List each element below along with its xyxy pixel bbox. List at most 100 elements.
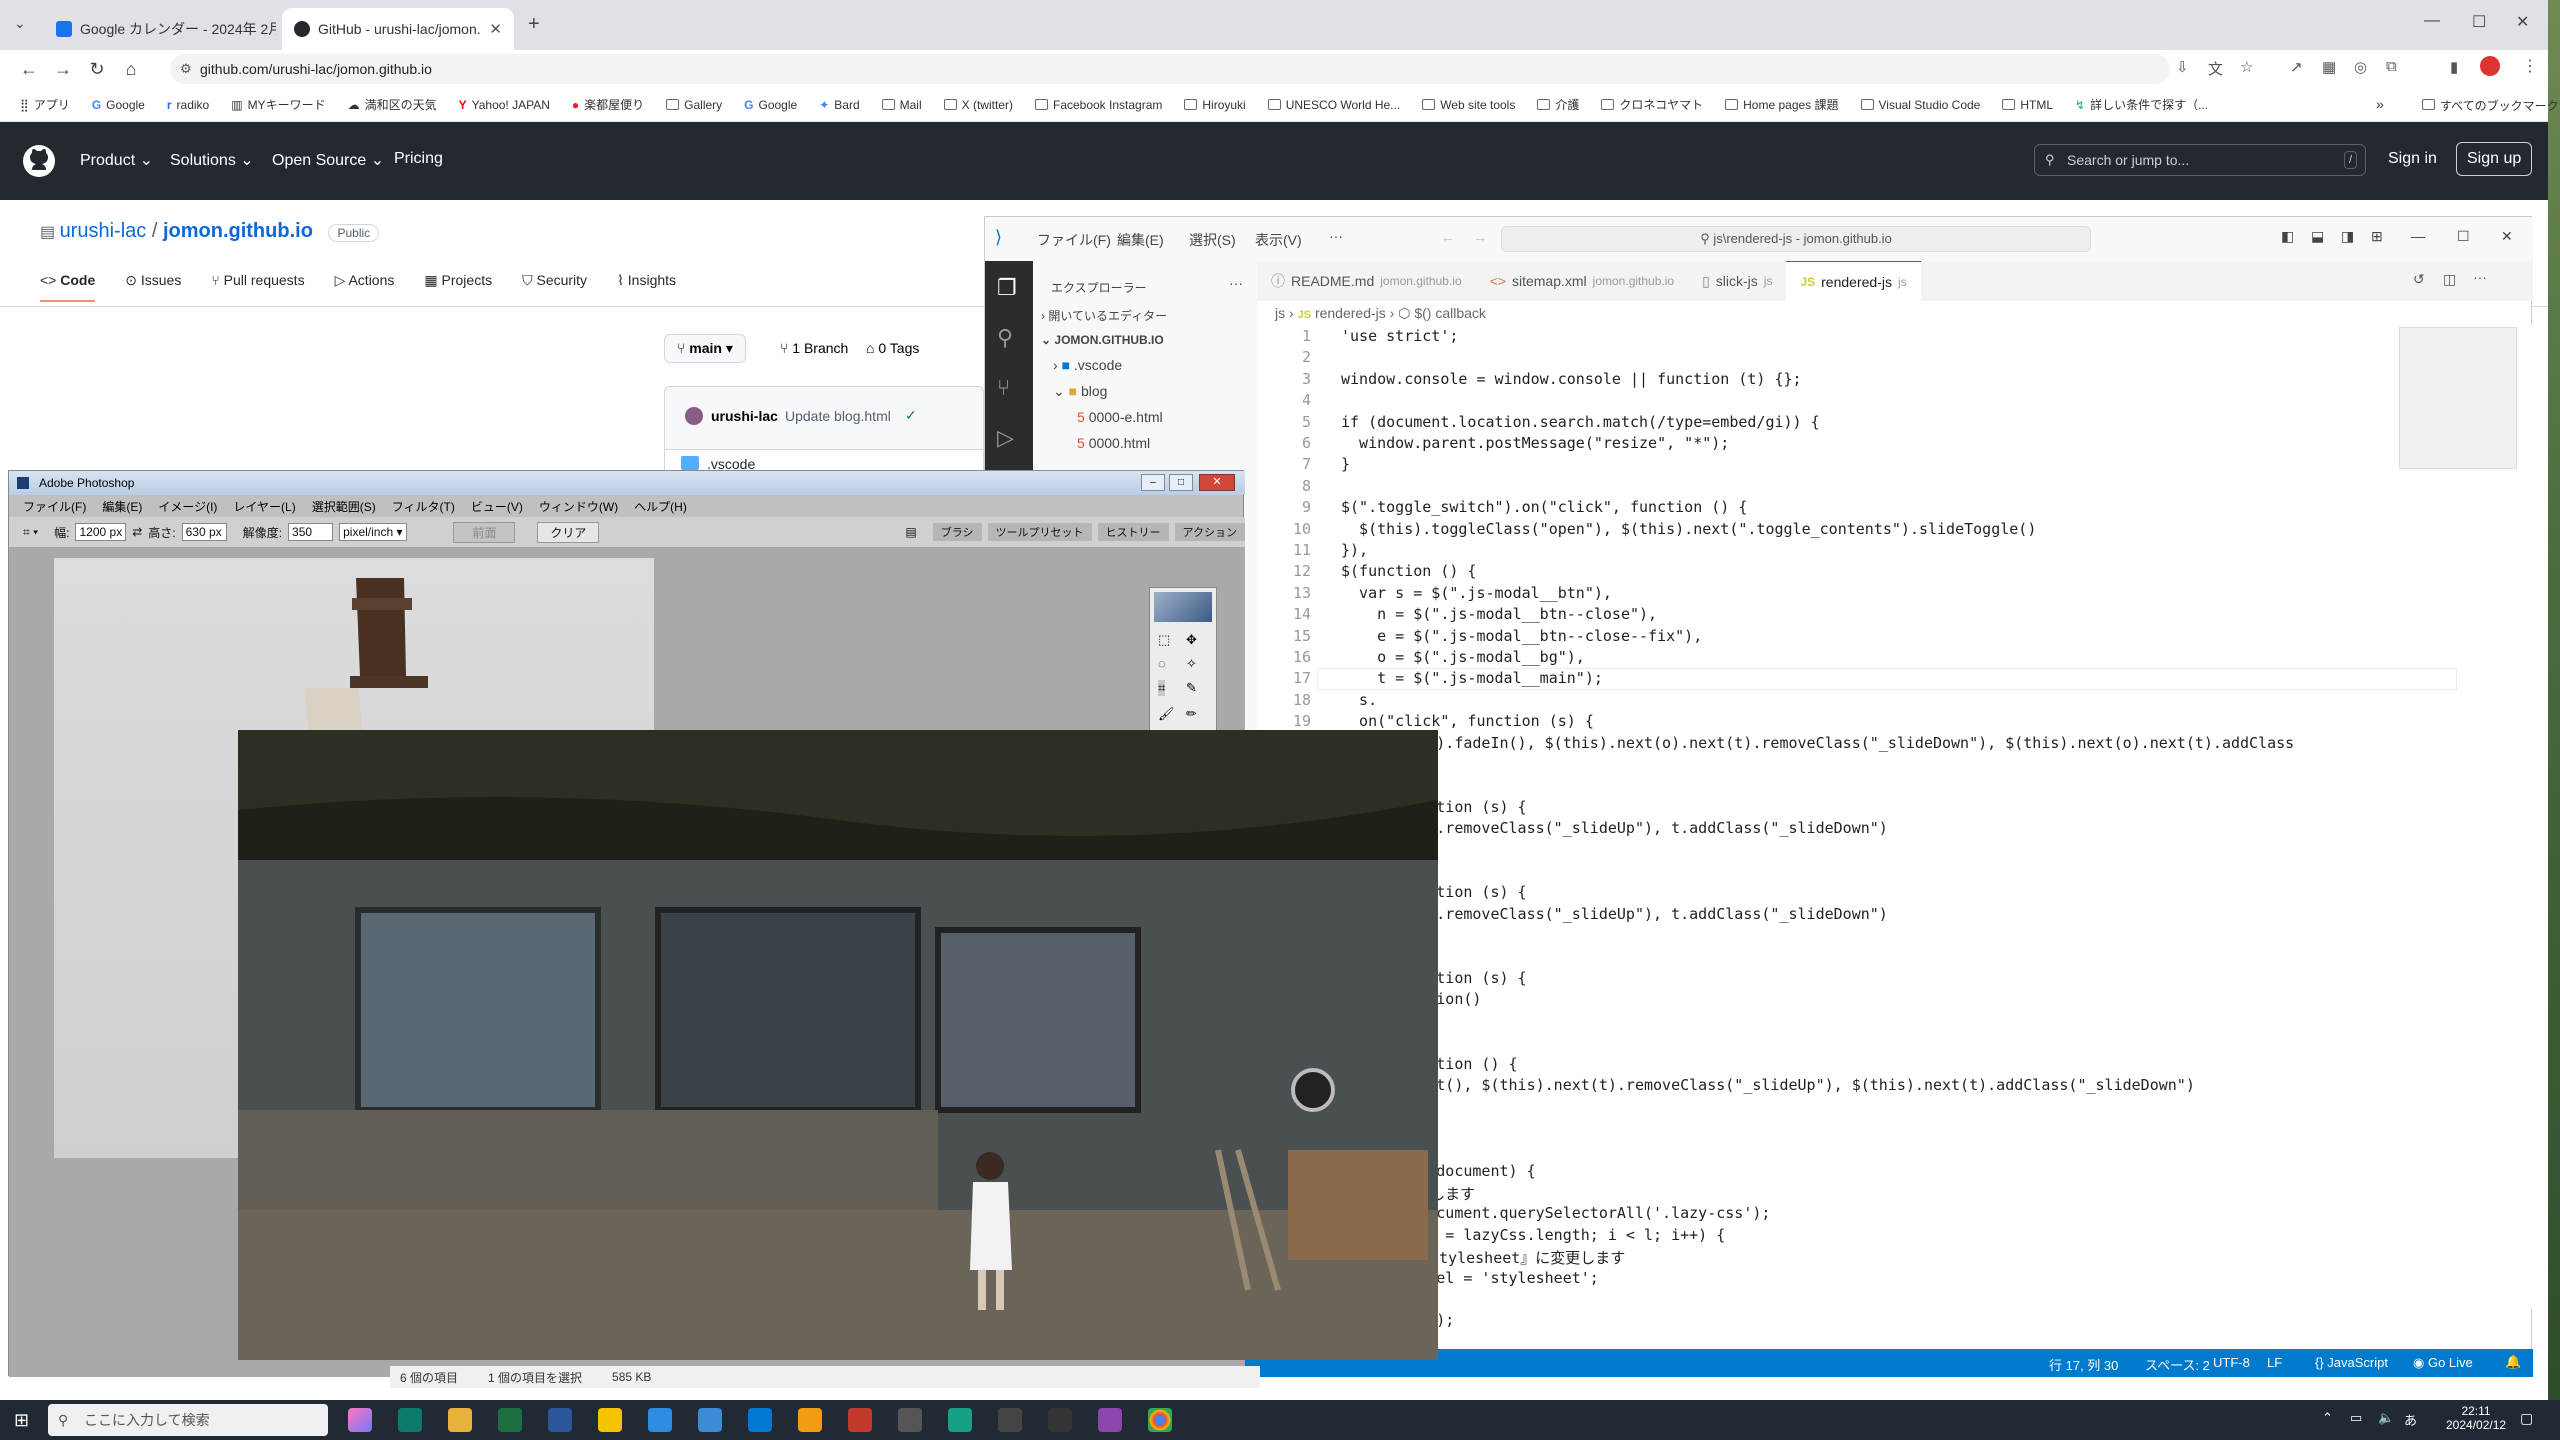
adobe-feather-icon[interactable] — [1154, 592, 1212, 622]
breadcrumb-folder[interactable]: js — [1275, 305, 1285, 321]
palette-tab[interactable]: ブラシ — [932, 523, 982, 541]
app-icon[interactable] — [948, 1408, 972, 1432]
code-line[interactable]: on("click", function (s) { — [1341, 712, 1594, 730]
explorer-icon[interactable]: ❐ — [997, 275, 1017, 301]
word-icon[interactable] — [548, 1408, 572, 1432]
tab-github[interactable]: GitHub - urushi-lac/jomon.github.io ✕ — [282, 8, 514, 50]
github-logo-icon[interactable] — [22, 144, 56, 178]
unit-select[interactable]: pixel/inch ▾ — [339, 523, 408, 541]
tab-google-calendar[interactable]: Google カレンダー - 2024年 2月 ✕ — [44, 8, 276, 50]
palette-tab[interactable]: アクション — [1174, 523, 1245, 541]
commit-message[interactable]: Update blog.html — [785, 408, 891, 424]
sign-in-link[interactable]: Sign in — [2388, 150, 2437, 168]
front-image-button[interactable]: 前面 — [453, 521, 516, 543]
ime-indicator[interactable]: あ — [2404, 1410, 2417, 1429]
tree-item-file[interactable]: 5 0000-e.html — [1077, 409, 1163, 425]
code-line[interactable]: $(".toggle_switch").on("click", function… — [1341, 498, 1747, 516]
sign-up-button[interactable]: Sign up — [2456, 142, 2533, 176]
toggle-secondary-icon[interactable]: ◨ — [2341, 228, 2354, 245]
repo-name-link[interactable]: jomon.github.io — [163, 220, 313, 242]
slice-tool-icon[interactable]: ✎ — [1186, 680, 1197, 696]
open-editors-section[interactable]: › 開いているエディター — [1041, 307, 1167, 324]
code-line[interactable]: window.console = window.console || funct… — [1341, 370, 1802, 388]
resolution-input[interactable]: 350 — [288, 523, 334, 541]
tab-issues[interactable]: ⊙ Issues — [125, 272, 181, 302]
new-tab-button[interactable]: + — [528, 13, 540, 36]
bookmark-folder[interactable]: Gallery — [666, 98, 722, 112]
code-line[interactable]: $(this).toggleClass("open"), $(this).nex… — [1341, 520, 2036, 538]
menu-edit[interactable]: 編集(E) — [102, 498, 142, 515]
menu-view[interactable]: ビュー(V) — [471, 498, 523, 515]
workspace-section[interactable]: ⌄ JOMON.GITHUB.IO — [1041, 333, 1164, 347]
brush-tool-icon[interactable]: 🖌 — [1158, 706, 1175, 722]
menu-edit[interactable]: 編集(E) — [1117, 230, 1164, 250]
code-editor[interactable]: 1 'use strict'; 2 3 window.console = window.… — [1257, 325, 2533, 1329]
home-icon[interactable]: ⌂ — [114, 59, 148, 80]
vscode-taskbar-icon[interactable] — [748, 1408, 772, 1432]
bookmark-item[interactable]: Y Yahoo! JAPAN — [459, 98, 550, 112]
app-icon[interactable] — [1098, 1408, 1122, 1432]
tab-code[interactable]: <> Code — [40, 272, 96, 302]
nav-forward-icon[interactable]: → — [1473, 229, 1487, 245]
code-line[interactable]: window.parent.postMessage("resize", "*")… — [1341, 434, 1729, 452]
line-ending[interactable]: LF — [2267, 1355, 2282, 1370]
menu-filter[interactable]: フィルタ(T) — [392, 498, 455, 515]
site-info-icon[interactable]: ⚙ — [180, 54, 192, 84]
code-line[interactable]: } — [1341, 455, 1350, 473]
palette-tab[interactable]: ヒストリー — [1097, 523, 1169, 541]
edge-icon[interactable] — [398, 1408, 422, 1432]
reload-icon[interactable]: ↻ — [80, 59, 114, 80]
extensions-puzzle-icon[interactable]: ⧉ — [2386, 58, 2397, 75]
code-line[interactable]: if (document.location.search.match(/type… — [1341, 413, 1820, 431]
commit-author[interactable]: urushi-lac — [711, 408, 778, 424]
tab-pull-requests[interactable]: ⑂ Pull requests — [211, 272, 304, 302]
palette-tab[interactable]: ツールプリセット — [987, 523, 1092, 541]
sticky-notes-icon[interactable] — [598, 1408, 622, 1432]
nav-back-icon[interactable]: ← — [1441, 229, 1455, 245]
side-panel-icon[interactable]: ▮ — [2450, 58, 2458, 76]
marquee-tool-icon[interactable]: ⬚ — [1158, 632, 1170, 648]
crop-tool-icon[interactable]: ⌗ — [1158, 680, 1166, 696]
editor-tab[interactable]: ⓘ README.md jomon.github.io — [1257, 261, 1476, 301]
menu-select[interactable]: 選択範囲(S) — [312, 498, 376, 515]
copilot-icon[interactable] — [348, 1408, 372, 1432]
volume-icon[interactable]: 🔈 — [2378, 1410, 2394, 1426]
code-line[interactable]: e = $(".js-modal__btn--close--fix"), — [1341, 627, 1702, 645]
bookmark-star-icon[interactable]: ☆ — [2240, 58, 2253, 76]
photoshop-taskbar-icon[interactable] — [648, 1408, 672, 1432]
height-input[interactable]: 630 px — [181, 523, 227, 541]
nav-product[interactable]: Product ⌄ — [80, 150, 153, 170]
editor-tab[interactable]: ▯ slick-js js — [1688, 261, 1786, 301]
repo-owner-link[interactable]: urushi-lac — [60, 220, 147, 242]
editor-tab-active[interactable]: JS rendered-js js — [1786, 261, 1921, 301]
tab-search-icon[interactable]: ⌄ — [14, 15, 26, 32]
close-icon[interactable]: ✕ — [2501, 228, 2513, 245]
bookmark-folder[interactable]: Facebook Instagram — [1034, 98, 1162, 112]
all-bookmarks-button[interactable]: すべてのブックマーク — [2422, 97, 2559, 114]
url-input[interactable]: ⚙ github.com/urushi-lac/jomon.github.io — [170, 54, 2170, 84]
back-icon[interactable]: ← — [12, 59, 46, 80]
tab-security[interactable]: ⛉ Security — [522, 272, 587, 302]
bookmark-folder[interactable]: 介護 — [1537, 96, 1579, 113]
tree-item-file[interactable]: 5 0000.html — [1077, 435, 1150, 451]
menu-help[interactable]: ヘルプ(H) — [634, 498, 687, 515]
code-line[interactable]: s. — [1341, 691, 1377, 709]
language-mode[interactable]: {} JavaScript — [2315, 1355, 2388, 1370]
toggle-panel-icon[interactable]: ⬓ — [2311, 228, 2324, 245]
crop-tool-icon[interactable]: ⌗ ▾ — [23, 525, 38, 540]
branches-link[interactable]: ⑂ 1 Branch — [780, 340, 848, 356]
bookmark-item[interactable]: ↯ 詳しい条件で探す（... — [2075, 96, 2208, 113]
explorer-more-button[interactable]: ··· — [1229, 275, 1243, 291]
bookmark-folder[interactable]: Mail — [881, 98, 922, 112]
code-line-partial[interactable]: s).next(o).fadeIn(), $(this).next(o).nex… — [1355, 734, 2294, 752]
extension-circle-icon[interactable]: ◎ — [2354, 58, 2367, 76]
maximize-icon[interactable]: □ — [1169, 474, 1193, 491]
install-icon[interactable]: ⇩ — [2176, 58, 2189, 76]
maximize-icon[interactable]: ☐ — [2457, 228, 2470, 245]
code-line-partial[interactable]: s).fadeOut(), $(this).next(t).removeClas… — [1355, 1076, 2195, 1094]
minimap[interactable] — [2399, 327, 2517, 469]
menu-window[interactable]: ウィンドウ(W) — [539, 498, 618, 515]
bookmark-folder[interactable]: Web site tools — [1422, 98, 1515, 112]
menu-file[interactable]: ファイル(F) — [1037, 230, 1111, 250]
app-icon[interactable] — [848, 1408, 872, 1432]
